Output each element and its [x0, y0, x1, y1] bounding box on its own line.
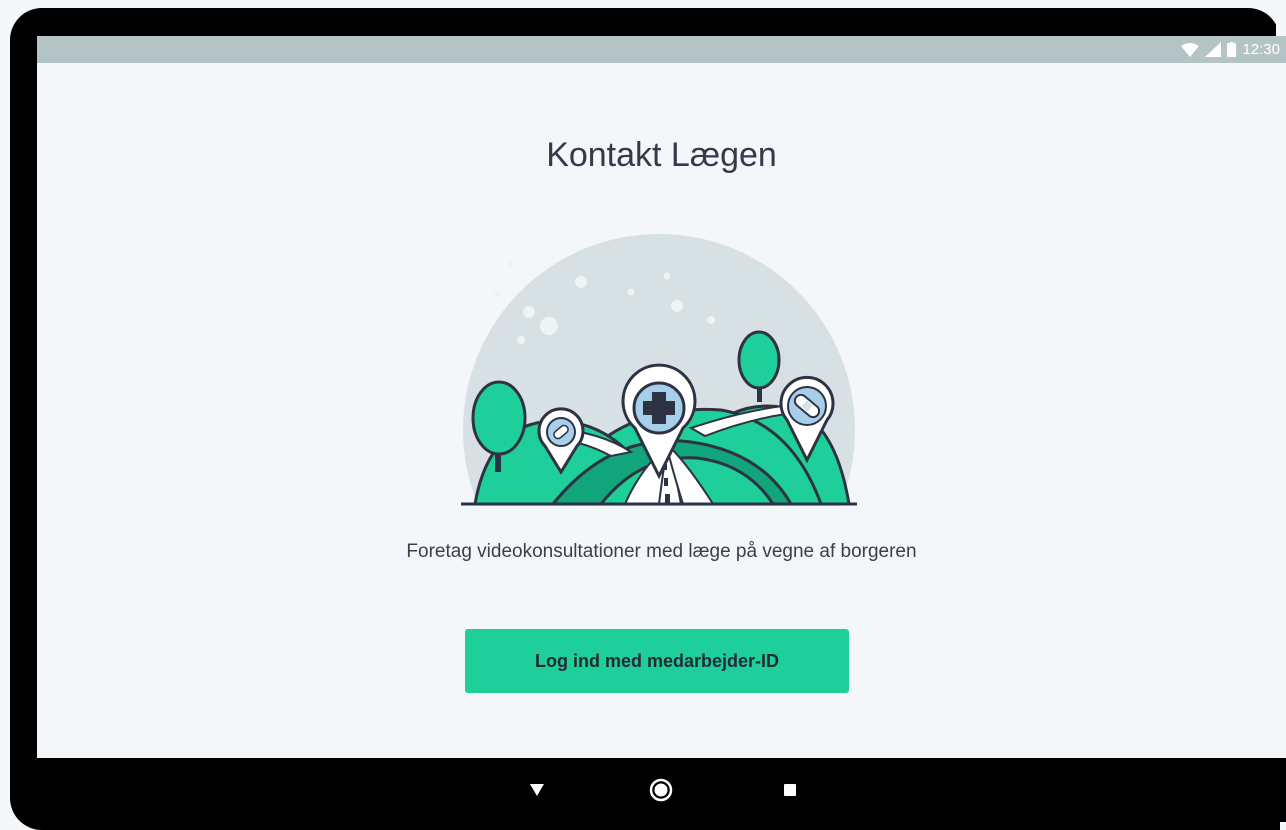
right-tree: [737, 330, 781, 390]
login-employee-id-button[interactable]: Log ind med medarbejder-ID: [465, 629, 849, 693]
app-screen: 12:30 Kontakt Lægen Foretag videokonsult…: [37, 36, 1286, 758]
status-time: 12:30: [1242, 41, 1280, 58]
left-tree: [471, 380, 527, 456]
back-icon: [530, 784, 544, 796]
wifi-icon: [1181, 42, 1200, 57]
recents-icon: [784, 784, 796, 796]
home-button[interactable]: [647, 776, 675, 804]
home-icon: [649, 778, 673, 802]
signal-icon: [1205, 42, 1222, 57]
recents-button[interactable]: [776, 776, 804, 804]
status-bar: 12:30: [37, 36, 1286, 63]
navigation-bar: [37, 758, 1286, 822]
battery-icon: [1227, 42, 1237, 57]
description-text: Foretag videokonsultationer med læge på …: [406, 541, 917, 562]
doctor-landscape-illustration: [461, 234, 857, 514]
page-title: Kontakt Lægen: [546, 136, 777, 174]
status-icons: 12:30: [1181, 40, 1280, 59]
back-button[interactable]: [523, 776, 551, 804]
